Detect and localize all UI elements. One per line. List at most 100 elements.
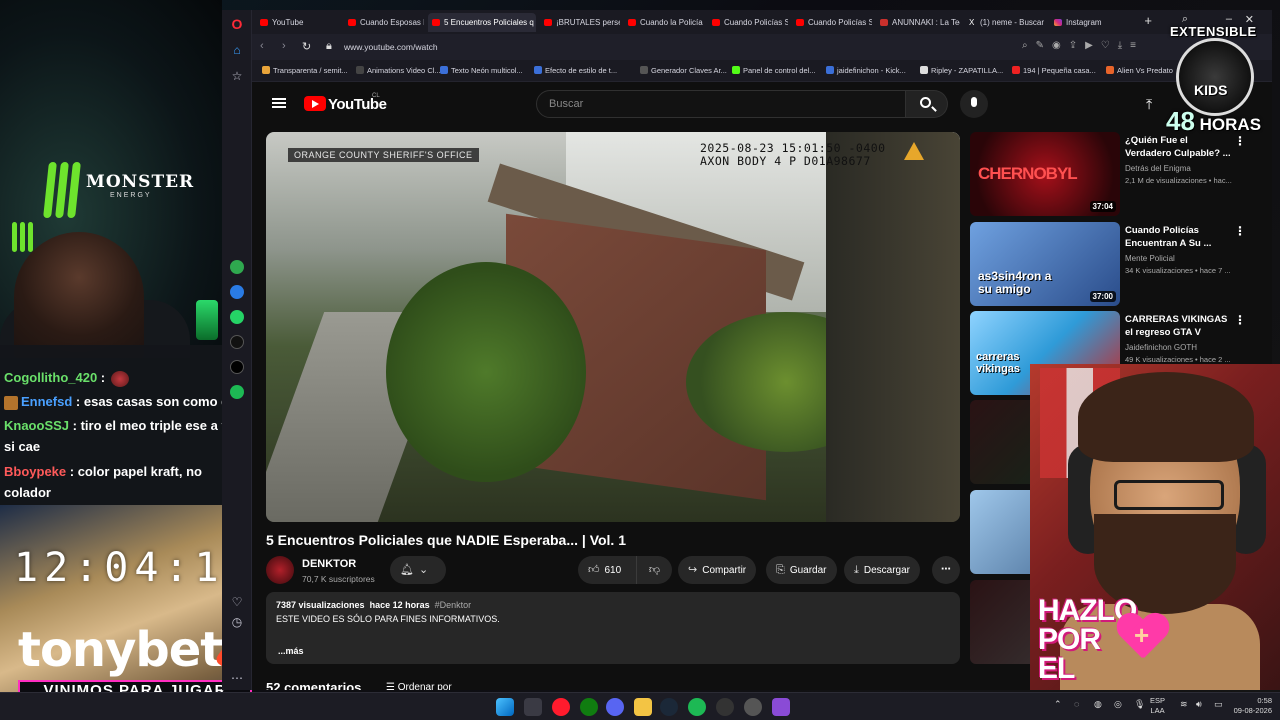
microphone-icon[interactable]: 🎙︎ [1134, 699, 1145, 710]
bookmark-item[interactable]: Alien Vs Predato [1106, 66, 1173, 75]
x-icon[interactable] [230, 360, 244, 374]
tab[interactable]: Cuando Esposas M [344, 13, 424, 32]
more-options-icon[interactable]: ⋮ [1234, 224, 1246, 238]
opera-menu-icon[interactable]: O [229, 16, 245, 32]
bookmark-item[interactable]: Panel de control del... [732, 66, 816, 75]
opera-taskbar-icon[interactable] [552, 698, 570, 716]
tab-youtube[interactable]: YouTube [256, 13, 340, 32]
channel-name[interactable]: DENKTOR [302, 558, 356, 570]
kids-top-text: EXTENSIBLE [1170, 24, 1257, 39]
obs-icon[interactable] [716, 698, 734, 716]
create-upload-icon[interactable]: ⤒ [1146, 96, 1152, 113]
home-icon[interactable]: ⌂ [229, 42, 245, 58]
bookmarks-icon[interactable]: ☆ [229, 68, 245, 84]
tab[interactable]: X (1) neme - Buscar / [964, 13, 1046, 32]
lock-icon: 🔒︎ [326, 40, 332, 52]
kick-icon [732, 66, 740, 74]
search-button[interactable] [906, 90, 948, 118]
hashtag-link[interactable]: #Denktor [435, 600, 472, 610]
share-button[interactable]: ↪ Compartir [678, 556, 757, 584]
new-tab-button[interactable]: + [1144, 13, 1152, 28]
more-options-icon[interactable]: ⋮ [1234, 313, 1246, 327]
bookmark-item[interactable]: Animations Video Cl... [356, 66, 441, 75]
bookmark-icon [262, 66, 270, 74]
tab[interactable]: Cuando Policías Se [708, 13, 788, 32]
spotify-icon[interactable] [688, 698, 706, 716]
tiktok-icon[interactable] [230, 335, 244, 349]
channel-avatar[interactable] [266, 556, 294, 584]
tab[interactable]: ¡BRUTALES persecu [540, 13, 620, 32]
bookmark-item[interactable]: jaidefinichon - Kick... [826, 66, 906, 75]
save-button[interactable]: ⎘ Guardar [766, 556, 837, 584]
glasses-icon [1114, 480, 1224, 510]
app-icon[interactable] [772, 698, 790, 716]
stream-clock: 12:04:15 [14, 545, 255, 591]
bookmark-item[interactable]: Generador Claves Ar... [640, 66, 727, 75]
youtube-logo-icon[interactable] [304, 96, 326, 111]
spotify-icon[interactable] [230, 385, 244, 399]
recommended-title[interactable]: Cuando Policías Encuentran A Su ... [1125, 224, 1235, 250]
bookmark-item[interactable]: Efecto de estilo de t... [534, 66, 617, 75]
task-view-icon[interactable] [524, 698, 542, 716]
whatsapp-icon[interactable] [230, 310, 244, 324]
search-input[interactable]: Buscar [536, 90, 906, 118]
axon-logo-icon [904, 142, 924, 160]
download-button[interactable]: ⤓ Descargar [844, 556, 921, 584]
recommended-video[interactable]: as3sin4ron a su amigo 37:00 Cuando Polic… [970, 222, 1260, 306]
messenger-icon[interactable] [230, 285, 244, 299]
reload-icon[interactable]: ↻ [302, 40, 311, 53]
bookmark-item[interactable]: Texto Neón multicol... [440, 66, 523, 75]
tab[interactable]: Instagram [1050, 13, 1134, 32]
xbox-icon[interactable] [580, 698, 598, 716]
tab[interactable]: Cuando la Policía re [624, 13, 704, 32]
system-clock[interactable]: 0:58 09-08-2026 [1232, 696, 1272, 716]
steam-icon[interactable] [660, 698, 678, 716]
tab[interactable]: Cuando Policías Se [792, 13, 872, 32]
video-thumbnail[interactable]: CHERNOBYL 37:04 [970, 132, 1120, 216]
bookmark-item[interactable]: 194 | Pequeña casa... [1012, 66, 1096, 75]
notification-button[interactable]: 🔔︎ ⌄ [390, 556, 446, 584]
tab-active[interactable]: 5 Encuentros Policiales q [428, 13, 536, 32]
bookmark-item[interactable]: Transparenta / semit... [262, 66, 348, 75]
more-icon[interactable]: ⋯ [229, 670, 245, 686]
tray-icon[interactable]: ◎ [1114, 699, 1122, 710]
forward-icon[interactable]: › [282, 40, 286, 52]
more-actions-button[interactable]: ⋯ [932, 556, 960, 584]
back-icon[interactable]: ‹ [260, 40, 264, 52]
wifi-icon[interactable]: ≋ [1180, 699, 1188, 710]
url-field[interactable]: www.youtube.com/watch [344, 42, 438, 52]
discord-icon[interactable] [606, 698, 624, 716]
video-thumbnail[interactable]: as3sin4ron a su amigo 37:00 [970, 222, 1120, 306]
thumbs-down-icon: 👎︎ [648, 564, 661, 576]
tray-icon[interactable]: ◍ [1094, 699, 1102, 710]
file-explorer-icon[interactable] [634, 698, 652, 716]
tab[interactable]: ANUNNAKI : La Tec [876, 13, 960, 32]
language-indicator[interactable]: ESP LAA [1150, 696, 1165, 716]
like-button[interactable]: 👍︎ 610 [578, 556, 636, 584]
recommended-title[interactable]: CARRERAS VIKINGAS el regreso GTA V [1125, 313, 1235, 339]
tray-chevron-icon[interactable]: ⌃ [1054, 699, 1062, 710]
dislike-button[interactable]: 👎︎ [636, 556, 672, 584]
recommended-channel[interactable]: Jaidefinichon GOTH [1125, 343, 1197, 352]
chatgpt-icon[interactable] [230, 260, 244, 274]
recommended-title[interactable]: ¿Quién Fue el Verdadero Culpable? ... [1125, 134, 1235, 160]
voice-search-icon[interactable] [960, 90, 988, 118]
heart-icon[interactable]: ♡ [229, 594, 245, 610]
windows-start-icon[interactable] [496, 698, 514, 716]
video-player[interactable]: ORANGE COUNTY SHERIFF'S OFFICE 2025-08-2… [266, 132, 960, 522]
menu-icon[interactable] [272, 98, 286, 108]
tray-icon[interactable]: ◌ [1074, 699, 1079, 709]
recommended-channel[interactable]: Mente Policial [1125, 254, 1175, 263]
chat-username: Bboypeke [4, 464, 67, 479]
battery-icon[interactable]: ▭ [1214, 699, 1223, 710]
description-more-link[interactable]: ...más [278, 646, 304, 656]
app-icon[interactable] [744, 698, 762, 716]
recommended-channel[interactable]: Detrás del Enigma [1125, 164, 1191, 173]
bookmark-item[interactable]: Ripley - ZAPATILLA... [920, 66, 1003, 75]
description-box[interactable]: 7387 visualizaciones hace 12 horas #Denk… [266, 592, 960, 664]
sort-button[interactable]: ☰ Ordenar por [386, 682, 452, 690]
history-icon[interactable]: ◷ [229, 614, 245, 630]
recommended-video[interactable]: CHERNOBYL 37:04 ¿Quién Fue el Verdadero … [970, 132, 1260, 216]
address-tools[interactable]: ⌕✎◉⇪▶♡⤓≡ [1022, 40, 1144, 51]
volume-icon[interactable]: 🔊︎ [1196, 699, 1202, 710]
